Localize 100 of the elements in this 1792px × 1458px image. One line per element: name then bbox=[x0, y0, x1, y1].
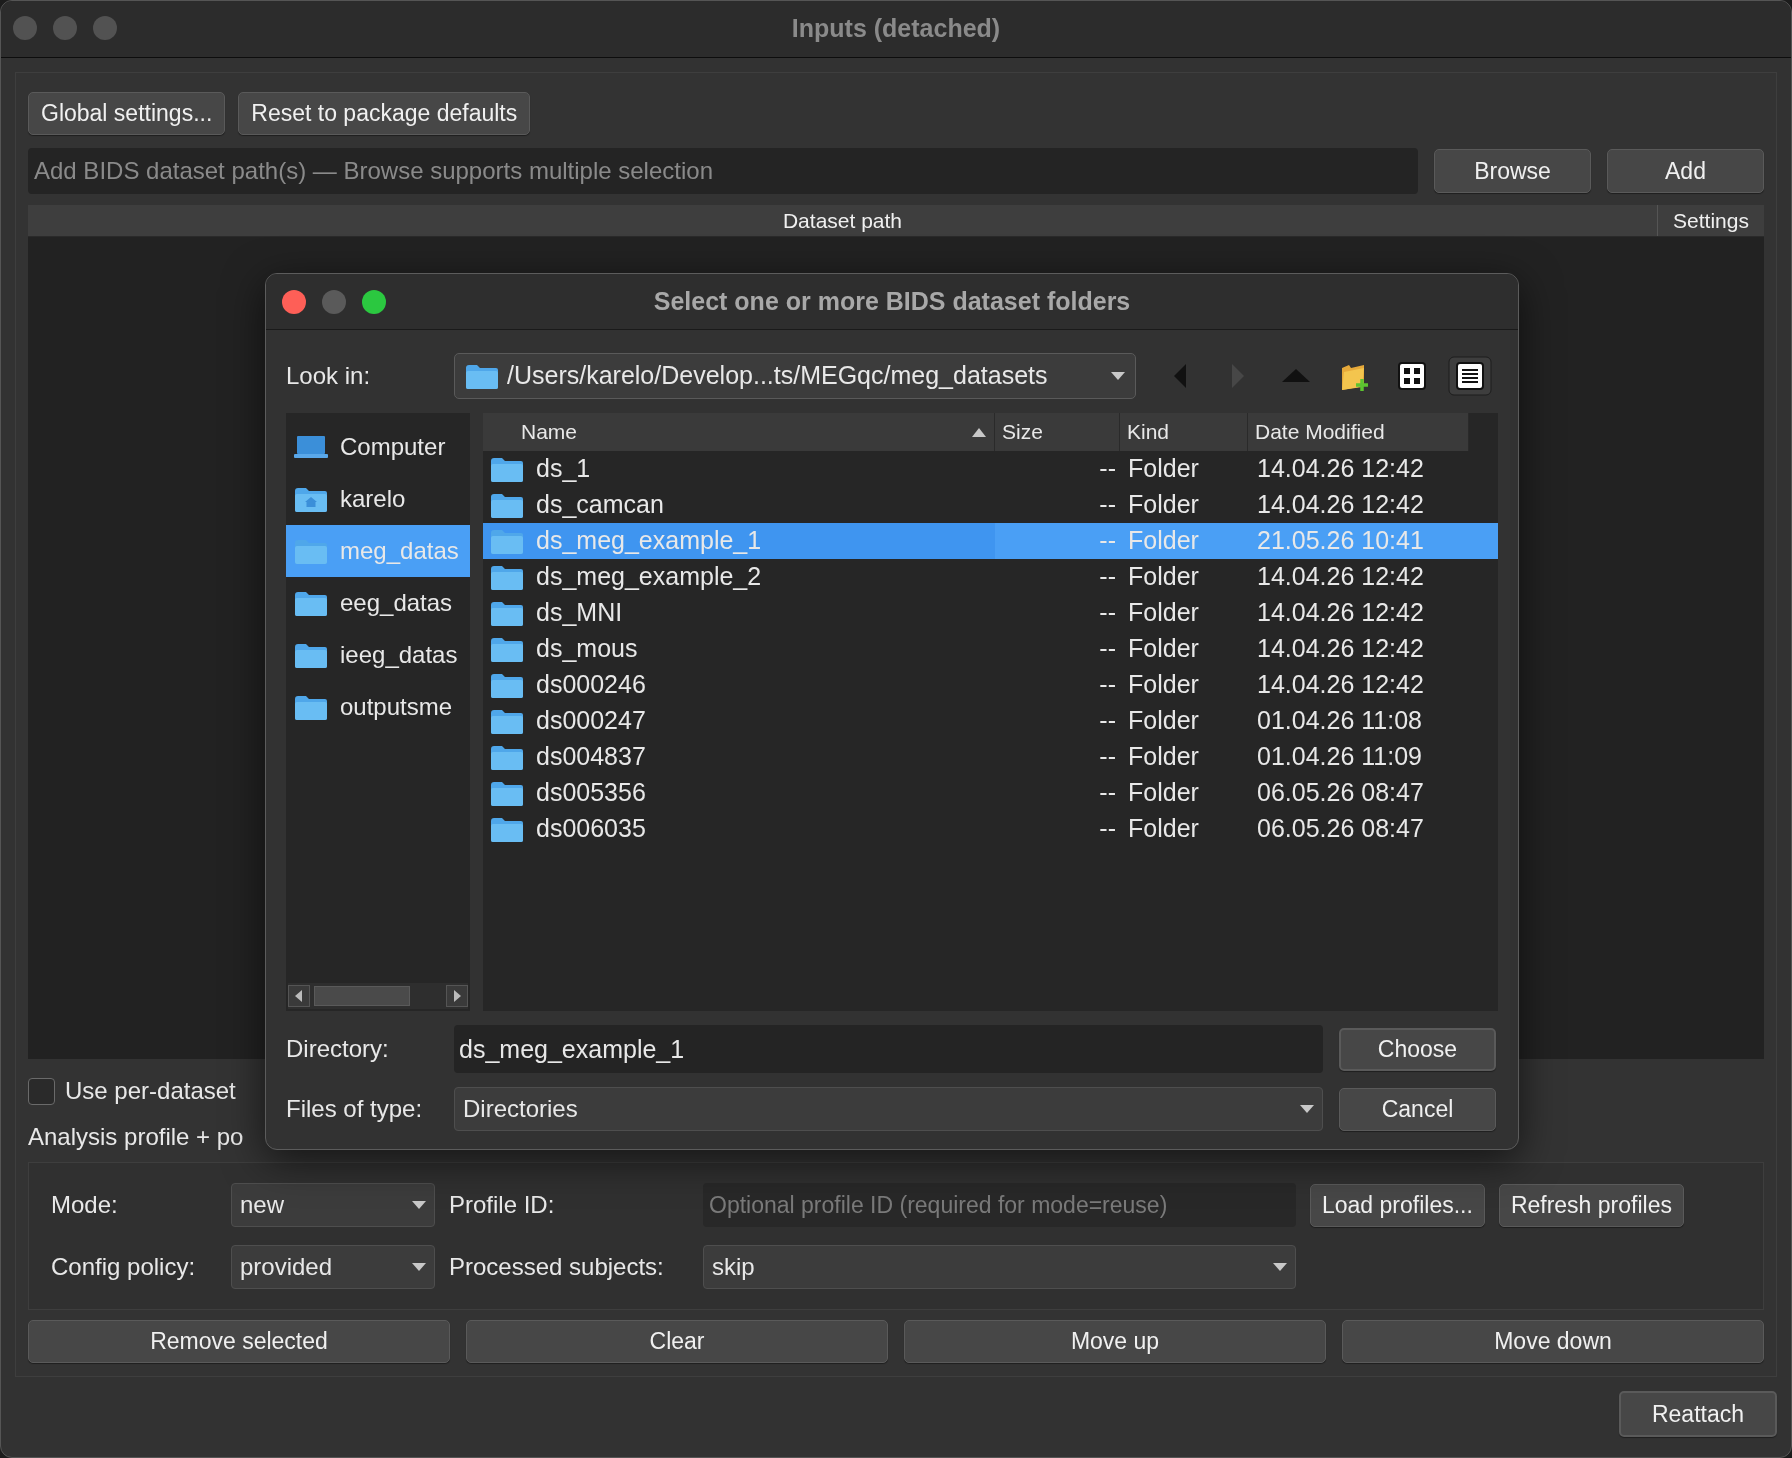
folder-icon bbox=[490, 779, 524, 807]
list-view-icon[interactable] bbox=[1448, 356, 1492, 396]
file-kind: Folder bbox=[1127, 597, 1200, 629]
directory-field[interactable]: ds_meg_example_1 bbox=[454, 1025, 1323, 1073]
file-size: -- bbox=[1098, 597, 1117, 629]
column-header[interactable]: Settings bbox=[1657, 205, 1764, 236]
file-row[interactable]: ds006035 -- Folder 06.05.26 08:47 bbox=[483, 811, 1498, 847]
field-label: Profile ID: bbox=[449, 1190, 556, 1220]
file-name: ds005356 bbox=[536, 777, 646, 809]
move-down-button[interactable]: Move down bbox=[1342, 1320, 1764, 1363]
choose-button[interactable]: Choose bbox=[1339, 1027, 1496, 1071]
dropdown-caret-icon bbox=[1273, 1263, 1287, 1271]
checkbox-label: Use per-dataset bbox=[65, 1076, 236, 1106]
file-size: -- bbox=[1098, 489, 1117, 521]
file-row[interactable]: ds000247 -- Folder 01.04.26 11:08 bbox=[483, 703, 1498, 739]
folder-icon bbox=[490, 491, 524, 519]
processed-subjects-dropdown[interactable]: skip bbox=[703, 1245, 1296, 1289]
sidebar-item[interactable]: ieeg_datas bbox=[286, 629, 470, 681]
folder-icon bbox=[490, 563, 524, 591]
window-control[interactable] bbox=[362, 290, 386, 314]
sidebar-item[interactable]: outputsme bbox=[286, 681, 470, 733]
profile-id-field[interactable]: Optional profile ID (required for mode=reuse) bbox=[703, 1183, 1296, 1227]
file-name: ds006035 bbox=[536, 813, 646, 845]
file-size: -- bbox=[1098, 453, 1117, 485]
file-row[interactable]: ds005356 -- Folder 06.05.26 08:47 bbox=[483, 775, 1498, 811]
file-type-label: Files of type: bbox=[286, 1094, 424, 1124]
dropdown-caret-icon bbox=[412, 1201, 426, 1209]
column-header[interactable]: Date Modified bbox=[1248, 413, 1469, 451]
window-control[interactable] bbox=[282, 290, 306, 314]
file-kind: Folder bbox=[1127, 669, 1200, 701]
file-date: 14.04.26 12:42 bbox=[1256, 453, 1425, 485]
folder-icon bbox=[294, 537, 328, 565]
file-date: 14.04.26 12:42 bbox=[1256, 597, 1425, 629]
column-header[interactable]: Name bbox=[483, 413, 995, 451]
path-input-field[interactable]: Add BIDS dataset path(s) — Browse supports multiple selection bbox=[28, 148, 1418, 194]
file-kind: Folder bbox=[1127, 453, 1200, 485]
file-date: 01.04.26 11:08 bbox=[1256, 705, 1423, 737]
remove-selected-button[interactable]: Remove selected bbox=[28, 1320, 450, 1363]
browse-button[interactable]: Browse bbox=[1434, 149, 1591, 193]
file-kind: Folder bbox=[1127, 741, 1200, 773]
file-row[interactable]: ds004837 -- Folder 01.04.26 11:09 bbox=[483, 739, 1498, 775]
config-policy-dropdown[interactable]: provided bbox=[231, 1245, 435, 1289]
folder-icon bbox=[490, 815, 524, 843]
add-button[interactable]: Add bbox=[1607, 149, 1764, 193]
reattach-button[interactable]: Reattach bbox=[1619, 1391, 1777, 1437]
file-row[interactable]: ds_mous -- Folder 14.04.26 12:42 bbox=[483, 631, 1498, 667]
refresh-profiles-button[interactable]: Refresh profiles bbox=[1498, 1183, 1684, 1227]
file-date: 14.04.26 12:42 bbox=[1256, 561, 1425, 593]
file-row[interactable]: ds_meg_example_2 -- Folder 14.04.26 12:42 bbox=[483, 559, 1498, 595]
home-folder-icon bbox=[294, 485, 328, 513]
folder-icon bbox=[294, 641, 328, 669]
directory-label: Directory: bbox=[286, 1034, 390, 1064]
file-kind: Folder bbox=[1127, 489, 1200, 521]
file-kind: Folder bbox=[1127, 633, 1200, 665]
look-in-dropdown[interactable]: /Users/karelo/Develop...ts/MEGqc/meg_datasets bbox=[454, 353, 1136, 399]
file-name: ds_meg_example_2 bbox=[536, 561, 762, 593]
load-profiles-button[interactable]: Load profiles... bbox=[1310, 1183, 1485, 1227]
file-name: ds_camcan bbox=[536, 489, 664, 521]
folder-icon bbox=[490, 635, 524, 663]
file-row[interactable]: ds_MNI -- Folder 14.04.26 12:42 bbox=[483, 595, 1498, 631]
folder-icon bbox=[294, 589, 328, 617]
sort-arrow-icon bbox=[972, 427, 986, 437]
folder-icon bbox=[490, 671, 524, 699]
scroll-left-icon[interactable] bbox=[288, 985, 310, 1007]
horizontal-scrollbar[interactable] bbox=[288, 983, 468, 1009]
column-header[interactable]: Dataset path bbox=[28, 205, 1657, 236]
sidebar-item[interactable]: eeg_datas bbox=[286, 577, 470, 629]
cancel-button[interactable]: Cancel bbox=[1339, 1087, 1496, 1131]
file-name: ds_meg_example_1 bbox=[536, 525, 762, 557]
settings-button[interactable]: Global settings... bbox=[28, 92, 226, 135]
field-label: Processed subjects: bbox=[449, 1252, 665, 1282]
file-row[interactable]: ds_camcan -- Folder 14.04.26 12:42 bbox=[483, 487, 1498, 523]
folder-icon bbox=[490, 527, 524, 555]
sidebar-item[interactable]: karelo bbox=[286, 473, 470, 525]
file-row[interactable]: ds_1 -- Folder 14.04.26 12:42 bbox=[483, 451, 1498, 487]
dropdown-caret-icon bbox=[412, 1263, 426, 1271]
mode-dropdown[interactable]: new bbox=[231, 1183, 435, 1227]
clear-button[interactable]: Clear bbox=[466, 1320, 888, 1363]
laptop-icon bbox=[294, 435, 328, 459]
checkbox[interactable] bbox=[28, 1077, 55, 1105]
sidebar-item[interactable]: Computer bbox=[286, 421, 470, 473]
folder-icon bbox=[465, 362, 499, 390]
field-label: Config policy: bbox=[51, 1252, 197, 1282]
file-type-dropdown[interactable]: Directories bbox=[454, 1087, 1323, 1131]
file-size: -- bbox=[1098, 777, 1117, 809]
scrollbar-thumb[interactable] bbox=[314, 986, 410, 1006]
file-name: ds000247 bbox=[536, 705, 646, 737]
file-name: ds_MNI bbox=[536, 597, 623, 629]
section-label: Analysis profile + po bbox=[28, 1122, 245, 1152]
file-name: ds000246 bbox=[536, 669, 646, 701]
column-header[interactable]: Kind bbox=[1120, 413, 1248, 451]
column-header[interactable]: Size bbox=[995, 413, 1120, 451]
reset-button[interactable]: Reset to package defaults bbox=[238, 92, 531, 135]
file-row[interactable]: ds000246 -- Folder 14.04.26 12:42 bbox=[483, 667, 1498, 703]
file-size: -- bbox=[1098, 669, 1117, 701]
file-size: -- bbox=[1098, 705, 1117, 737]
move-up-button[interactable]: Move up bbox=[904, 1320, 1326, 1363]
look-in-label: Look in: bbox=[286, 361, 372, 391]
scroll-right-icon[interactable] bbox=[446, 985, 468, 1007]
file-size: -- bbox=[1098, 813, 1117, 845]
